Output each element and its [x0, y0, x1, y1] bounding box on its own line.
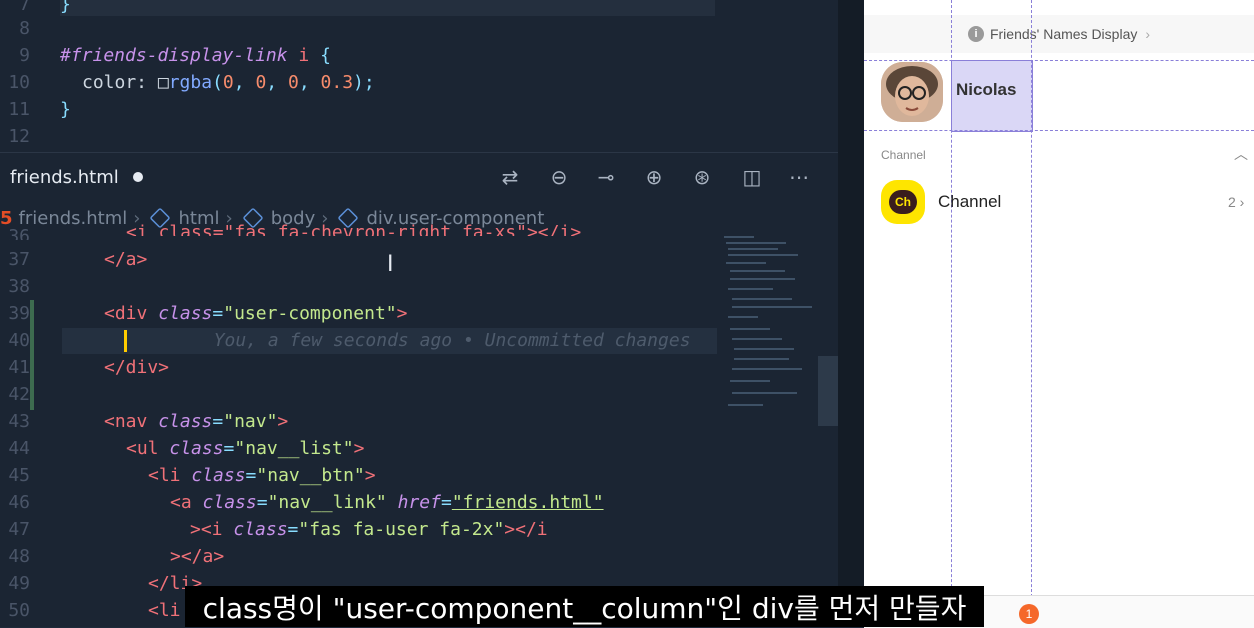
notification-badge: 1 — [1019, 604, 1039, 624]
chevron-right-icon: › — [1145, 26, 1151, 42]
code-line: <a class="nav__link" href="friends.html" — [170, 492, 604, 513]
line-number: 46 — [8, 492, 30, 513]
line-number: 43 — [8, 411, 30, 432]
current-line-highlight — [60, 0, 715, 16]
git-lens-icon[interactable]: ⊛ — [690, 165, 714, 189]
more-icon[interactable]: ⋯ — [787, 165, 811, 189]
user-name: Nicolas — [956, 80, 1017, 99]
code-line: </a> — [104, 249, 148, 270]
code-line: <li class="nav__btn"> — [148, 465, 376, 486]
line-number: 49 — [8, 573, 30, 594]
code-line: } — [60, 0, 71, 15]
guide-line — [864, 130, 1254, 131]
line-number: 11 — [8, 99, 30, 120]
editor-tab-bar: friends.html ⇄ ⊖ ⊸ ⊕ ⊛ ◫ ⋯ — [0, 152, 840, 201]
channel-count: 2 › — [1228, 194, 1245, 210]
code-line: <nav class="nav"> — [104, 411, 289, 432]
git-compare-icon[interactable]: ⇄ — [498, 165, 522, 189]
line-number: 45 — [8, 465, 30, 486]
code-line: ></a> — [170, 546, 225, 567]
code-line: } — [60, 99, 71, 120]
pane-divider[interactable] — [838, 0, 864, 627]
text-caret — [124, 330, 127, 352]
line-number: 12 — [8, 126, 30, 147]
line-number: 42 — [8, 384, 30, 405]
line-number: 9 — [19, 45, 30, 66]
section-title: Channel — [881, 148, 926, 162]
line-number: 41 — [8, 357, 30, 378]
line-number: 44 — [8, 438, 30, 459]
commit-icon[interactable]: ⊸ — [594, 165, 618, 189]
line-number: 38 — [8, 276, 30, 297]
header-title[interactable]: Friends' Names Display — [990, 26, 1137, 42]
status-bar — [0, 610, 180, 627]
chevron-up-icon[interactable]: ︿ — [1234, 144, 1248, 164]
screen-header: i Friends' Names Display › — [864, 15, 1254, 53]
tab-friends-html[interactable]: friends.html — [0, 153, 153, 201]
tab-label: friends.html — [10, 166, 119, 188]
line-number: 40 — [8, 330, 30, 351]
user-component[interactable] — [864, 60, 1254, 130]
git-blame-annotation: You, a few seconds ago • Uncommitted cha… — [213, 330, 691, 351]
channel-label[interactable]: Channel — [938, 192, 1001, 212]
avatar — [881, 62, 943, 122]
scrollbar-thumb[interactable] — [818, 356, 838, 426]
code-line: #friends-display-link i { — [60, 45, 331, 66]
channel-icon: Ch — [881, 180, 925, 224]
app-preview: i Friends' Names Display › Nicolas Chann… — [864, 0, 1254, 628]
code-line: </div> — [104, 357, 170, 378]
code-editor[interactable]: 7 } 8 9 #friends-display-link i { 10 col… — [0, 0, 840, 627]
line-number: 10 — [8, 72, 30, 93]
line-number: 39 — [8, 303, 30, 324]
code-line: <i class="fas fa-chevron-right fa-xs"></… — [126, 222, 582, 236]
code-line: <div class="user-component"> — [104, 303, 408, 324]
code-line: ><i class="fas fa-user fa-2x"></i — [190, 519, 548, 540]
go-forward-icon[interactable]: ⊕ — [642, 165, 666, 189]
breadcrumb-item[interactable]: friends.html — [19, 208, 128, 229]
line-number: 7 — [19, 0, 30, 15]
top-editor-pane[interactable]: 7 } 8 9 #friends-display-link i { 10 col… — [0, 0, 838, 150]
code-line: color: □rgba(0, 0, 0, 0.3); — [82, 72, 375, 93]
line-number: 37 — [8, 249, 30, 270]
code-line: <ul class="nav__list"> — [126, 438, 365, 459]
code-line: You, a few seconds ago • Uncommitted cha… — [124, 330, 691, 352]
info-icon: i — [967, 26, 984, 42]
video-subtitle: class명이 "user-component__column"인 div를 먼… — [185, 586, 984, 627]
split-editor-icon[interactable]: ◫ — [740, 165, 764, 189]
minimap[interactable] — [720, 232, 816, 422]
line-number: 36 — [8, 226, 30, 240]
i-beam-cursor-icon: I — [387, 252, 394, 277]
unsaved-dot-icon — [132, 172, 143, 182]
line-number: 47 — [8, 519, 30, 540]
line-number: 8 — [19, 18, 30, 39]
go-back-icon[interactable]: ⊖ — [547, 165, 571, 189]
git-change-indicator — [30, 300, 34, 410]
line-number: 48 — [8, 546, 30, 567]
